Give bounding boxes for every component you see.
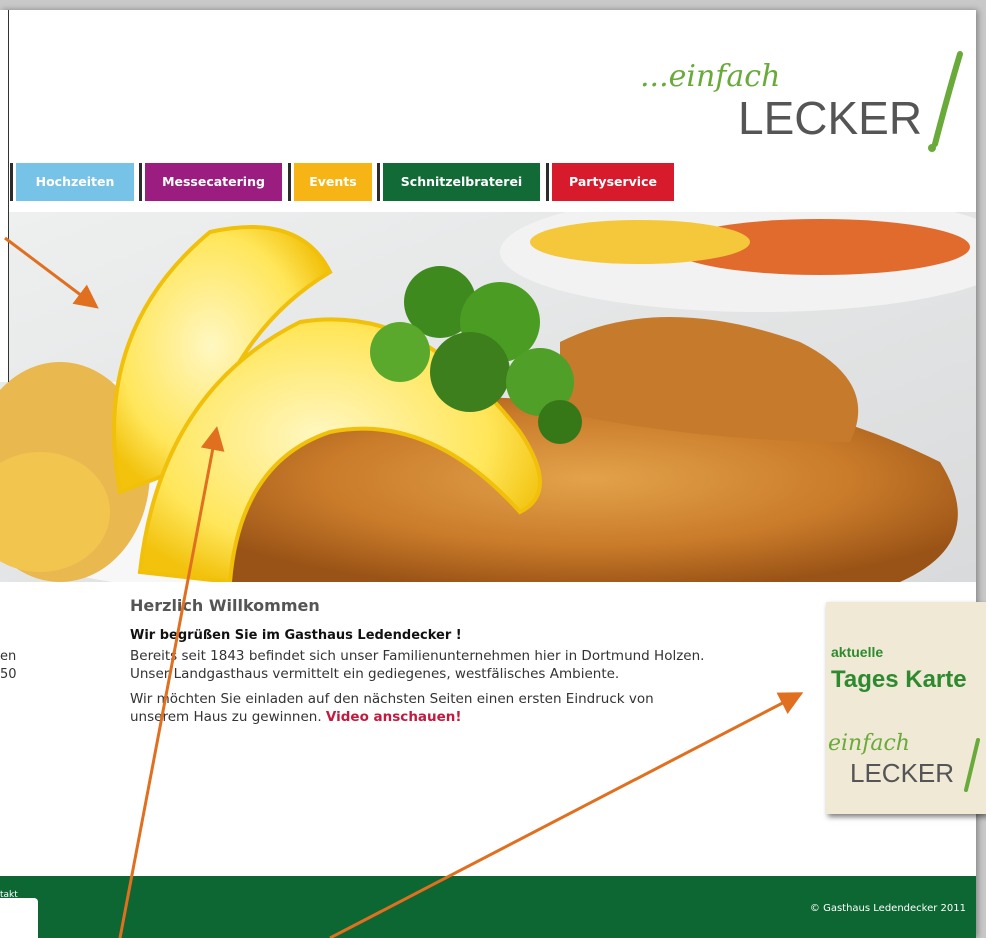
welcome-paragraph-2: Wir möchten Sie einladen auf den nächste… [130, 690, 710, 726]
video-link[interactable]: Video anschauen! [326, 709, 462, 725]
hero-image [0, 212, 976, 582]
nav-tab-partyservice[interactable]: Partyservice [552, 163, 674, 201]
logo-dot [928, 144, 936, 152]
logo-brand-text: LECKER [738, 92, 922, 144]
tageskarte-logo-slash [964, 738, 980, 792]
welcome-title: Herzlich Willkommen [130, 596, 320, 615]
nav-divider [10, 163, 13, 201]
welcome-text: Bereits seit 1843 befindet sich unser Fa… [130, 647, 710, 733]
logo-script-text: ...einfach [640, 59, 780, 94]
nav-tab-label: Messecatering [162, 174, 265, 189]
tageskarte-logo-script: einfach [828, 731, 910, 756]
nav-tab-hochzeiten[interactable]: Hochzeiten [16, 163, 134, 201]
tageskarte-logo-brand: LECKER [850, 758, 954, 788]
welcome-subtitle: Wir begrüßen Sie im Gasthaus Ledendecker… [130, 628, 462, 643]
nav-tab-label: Schnitzelbraterei [400, 174, 523, 189]
nav-tab-label: Events [309, 174, 357, 189]
nav-divider [377, 163, 380, 201]
logo-slash-mark [932, 51, 963, 147]
welcome-paragraph-1: Bereits seit 1843 befindet sich unser Fa… [130, 648, 705, 682]
left-fragment-line-1: en [0, 649, 17, 664]
footer-widget [0, 898, 38, 938]
site-logo[interactable]: ...einfach LECKER [630, 24, 975, 154]
tageskarte-logo: einfach LECKER [828, 731, 980, 792]
left-fragment-line-2: 50 [0, 667, 17, 682]
nav-tab-label: Hochzeiten [35, 174, 115, 189]
nav-tab-messecatering[interactable]: Messecatering [145, 163, 282, 201]
nav-tab-events[interactable]: Events [294, 163, 372, 201]
nav-divider [546, 163, 549, 201]
tageskarte-label-small: aktuelle [831, 644, 884, 660]
nav-tab-label: Partyservice [569, 174, 657, 189]
footer: takt © Gasthaus Ledendecker 2011 [0, 876, 976, 938]
overlay-panel-edge [0, 10, 9, 382]
nav-tab-schnitzelbraterei[interactable]: Schnitzelbraterei [383, 163, 540, 201]
tageskarte-label-big: Tages Karte [831, 666, 967, 693]
nav-divider [288, 163, 291, 201]
copyright: © Gasthaus Ledendecker 2011 [809, 903, 966, 914]
left-column-fragment: en 50 [0, 648, 17, 684]
nav-divider [139, 163, 142, 201]
tageskarte-teaser[interactable]: aktuelle Tages Karte einfach LECKER [826, 602, 986, 814]
